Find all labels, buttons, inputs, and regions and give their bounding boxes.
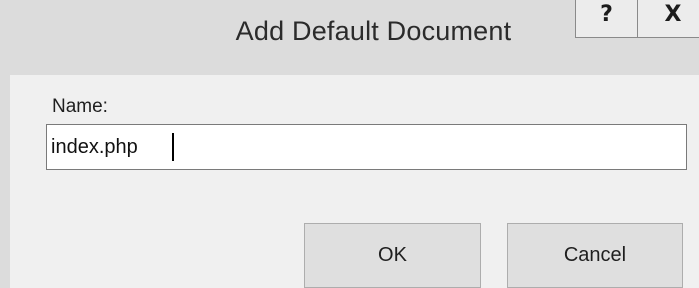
close-button[interactable]: X	[638, 0, 699, 38]
dialog-content: Name: OK Cancel	[10, 75, 699, 288]
question-mark-icon: ?	[600, 2, 613, 27]
cancel-button[interactable]: Cancel	[507, 223, 683, 288]
help-button[interactable]: ?	[575, 0, 638, 38]
add-default-document-dialog: Add Default Document ? X Name: OK Cancel	[0, 0, 699, 288]
text-caret	[172, 133, 174, 161]
name-label: Name:	[52, 96, 108, 117]
name-input[interactable]	[46, 124, 687, 170]
ok-button[interactable]: OK	[304, 223, 481, 288]
title-bar[interactable]: Add Default Document ? X	[10, 0, 699, 75]
close-icon: X	[664, 2, 682, 27]
